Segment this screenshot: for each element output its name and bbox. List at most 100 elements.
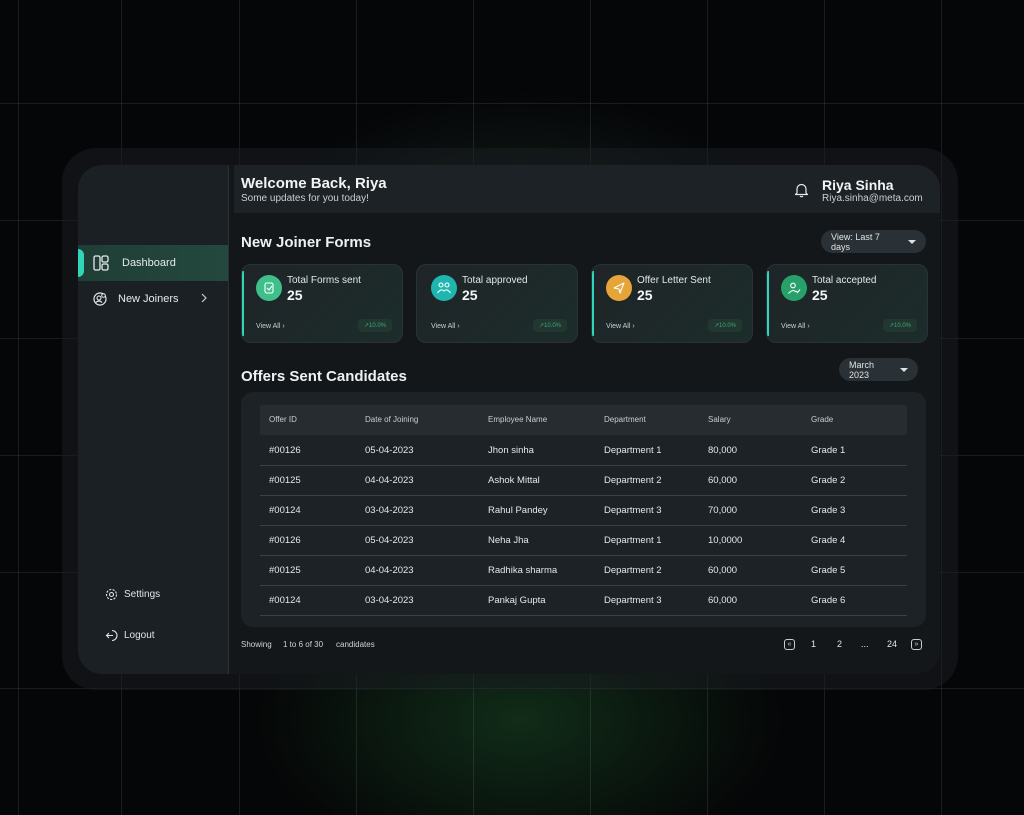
cell-grade: Grade 6 xyxy=(811,595,846,606)
card-value: 25 xyxy=(812,287,828,303)
stat-card: Total Forms sent 25 View All › ↗ 10.0% xyxy=(241,264,403,343)
cell-date: 03-04-2023 xyxy=(365,595,414,606)
cell-offer-id: #00125 xyxy=(269,475,301,486)
grid-line xyxy=(0,103,1024,104)
card-value: 25 xyxy=(287,287,303,303)
view-all-link[interactable]: View All › xyxy=(256,323,285,330)
trend-badge: ↗ 10.0% xyxy=(707,319,742,332)
cell-date: 05-04-2023 xyxy=(365,445,414,456)
table-row[interactable]: #00124 03-04-2023 Pankaj Gupta Departmen… xyxy=(260,585,907,616)
sidebar: Dashboard New Joiners Settings Logout xyxy=(78,165,229,674)
caret-down-icon xyxy=(908,239,916,244)
column-header: Grade xyxy=(811,415,834,424)
new-joiners-icon xyxy=(93,292,107,309)
column-header: Employee Name xyxy=(488,415,548,424)
table-row[interactable]: #00126 05-04-2023 Jhon sinha Department … xyxy=(260,435,907,466)
cell-name: Pankaj Gupta xyxy=(488,595,546,606)
gear-icon xyxy=(105,588,118,601)
cell-offer-id: #00125 xyxy=(269,565,301,576)
card-value: 25 xyxy=(637,287,653,303)
cell-grade: Grade 3 xyxy=(811,505,846,516)
month-filter-dropdown[interactable]: March 2023 xyxy=(839,358,918,381)
top-header: Welcome Back, Riya Some updates for you … xyxy=(234,165,940,213)
last-page-icon[interactable]: » xyxy=(911,639,922,650)
view-all-link[interactable]: View All › xyxy=(781,323,810,330)
cell-salary: 60,000 xyxy=(708,565,738,576)
sidebar-item-dashboard[interactable]: Dashboard xyxy=(78,245,228,281)
grid-line xyxy=(18,0,19,815)
card-label: Total Forms sent xyxy=(287,275,361,286)
page-link[interactable]: 1 xyxy=(811,639,816,649)
cell-offer-id: #00126 xyxy=(269,445,301,456)
logout-button[interactable]: Logout xyxy=(105,627,155,643)
card-label: Offer Letter Sent xyxy=(637,275,711,286)
cell-name: Neha Jha xyxy=(488,535,529,546)
cell-grade: Grade 5 xyxy=(811,565,846,576)
table-row[interactable]: #00125 04-04-2023 Radhika sharma Departm… xyxy=(260,555,907,586)
send-icon xyxy=(606,275,632,301)
approved-users-icon xyxy=(431,275,457,301)
page-link[interactable]: 24 xyxy=(887,639,897,649)
month-filter-label: March 2023 xyxy=(849,359,875,380)
cell-grade: Grade 2 xyxy=(811,475,846,486)
settings-label: Settings xyxy=(124,588,161,600)
cell-grade: Grade 4 xyxy=(811,535,846,546)
cell-date: 03-04-2023 xyxy=(365,505,414,516)
sidebar-item-label: New Joiners xyxy=(118,293,179,305)
view-all-link[interactable]: View All › xyxy=(606,323,635,330)
first-page-icon[interactable]: « xyxy=(784,639,795,650)
stat-card: Offer Letter Sent 25 View All › ↗ 10.0% xyxy=(591,264,753,343)
offers-table: Offer ID Date of Joining Employee Name D… xyxy=(241,392,926,627)
welcome-subtitle: Some updates for you today! xyxy=(241,193,369,204)
page-ellipsis: ... xyxy=(861,639,869,649)
date-filter-dropdown[interactable]: View: Last 7 days xyxy=(821,230,926,253)
cell-department: Department 1 xyxy=(604,535,662,546)
cell-department: Department 2 xyxy=(604,475,662,486)
cell-department: Department 1 xyxy=(604,445,662,456)
card-label: Total approved xyxy=(462,275,528,286)
welcome-title: Welcome Back, Riya xyxy=(241,175,387,192)
table-row[interactable]: #00126 05-04-2023 Neha Jha Department 1 … xyxy=(260,525,907,556)
user-check-icon xyxy=(781,275,807,301)
trend-badge: ↗ 10.0% xyxy=(532,319,567,332)
sidebar-item-label: Dashboard xyxy=(122,257,176,269)
trend-badge: ↗ 10.0% xyxy=(882,319,917,332)
cell-name: Jhon sinha xyxy=(488,445,534,456)
card-label: Total accepted xyxy=(812,275,877,286)
cell-offer-id: #00124 xyxy=(269,505,301,516)
cell-name: Radhika sharma xyxy=(488,565,558,576)
section-title-offers: Offers Sent Candidates xyxy=(241,368,407,385)
sidebar-item-new-joiners[interactable]: New Joiners xyxy=(78,281,228,317)
cell-department: Department 2 xyxy=(604,565,662,576)
user-name: Riya Sinha xyxy=(822,177,894,193)
column-header: Date of Joining xyxy=(365,415,419,424)
table-row[interactable]: #00125 04-04-2023 Ashok Mittal Departmen… xyxy=(260,465,907,496)
cell-grade: Grade 1 xyxy=(811,445,846,456)
showing-range: 1 to 6 of 30 xyxy=(283,640,324,649)
table-row[interactable]: #00124 03-04-2023 Rahul Pandey Departmen… xyxy=(260,495,907,526)
caret-down-icon xyxy=(900,367,908,372)
page-link[interactable]: 2 xyxy=(837,639,842,649)
date-filter-label: View: Last 7 days xyxy=(831,231,880,252)
stat-card: Total approved 25 View All › ↗ 10.0% xyxy=(416,264,578,343)
bell-icon[interactable] xyxy=(794,182,809,203)
cell-date: 04-04-2023 xyxy=(365,565,414,576)
cell-offer-id: #00126 xyxy=(269,535,301,546)
settings-button[interactable]: Settings xyxy=(105,586,160,602)
cell-date: 04-04-2023 xyxy=(365,475,414,486)
stat-card: Total accepted 25 View All › ↗ 10.0% xyxy=(766,264,928,343)
card-accent xyxy=(242,271,244,336)
cell-name: Rahul Pandey xyxy=(488,505,548,516)
view-all-link[interactable]: View All › xyxy=(431,323,460,330)
cell-name: Ashok Mittal xyxy=(488,475,540,486)
active-indicator xyxy=(78,249,84,277)
trend-badge: ↗ 10.0% xyxy=(357,319,392,332)
showing-label: Showing xyxy=(241,640,272,649)
card-accent xyxy=(592,271,594,336)
section-title-forms: New Joiner Forms xyxy=(241,234,372,251)
card-value: 25 xyxy=(462,287,478,303)
dashboard-icon xyxy=(93,255,109,274)
app-window: Dashboard New Joiners Settings Logout We xyxy=(78,165,940,674)
cell-salary: 70,000 xyxy=(708,505,738,516)
logout-icon xyxy=(105,629,118,642)
